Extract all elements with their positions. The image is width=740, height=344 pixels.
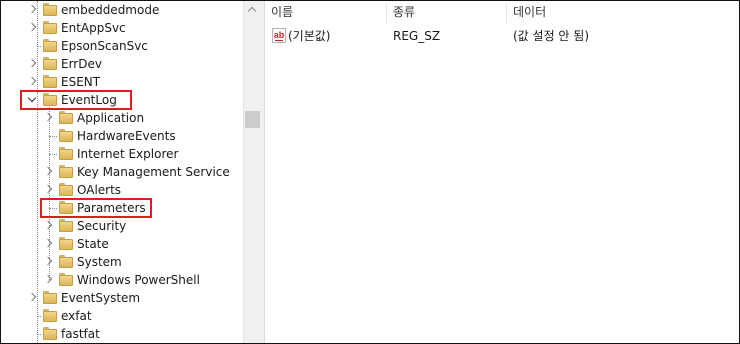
tree-item-label: exfat bbox=[61, 309, 92, 323]
tree-item-label: EpsonScanSvc bbox=[61, 39, 148, 53]
expand-chevron-icon[interactable] bbox=[43, 275, 53, 285]
tree-item-errdev[interactable]: ErrDev bbox=[1, 55, 243, 73]
tree-connector-line bbox=[49, 154, 57, 155]
expand-chevron-icon[interactable] bbox=[43, 167, 53, 177]
folder-icon bbox=[59, 147, 73, 161]
tree-item-label: OAlerts bbox=[77, 183, 122, 197]
tree-item-entappsvc[interactable]: EntAppSvc bbox=[1, 19, 243, 37]
value-row[interactable]: ab (기본값) REG_SZ (값 설정 안 됨) bbox=[265, 27, 739, 45]
tree-item-label: EntAppSvc bbox=[61, 21, 126, 35]
tree-item-application[interactable]: Application bbox=[1, 109, 243, 127]
tree-vertical-scrollbar[interactable] bbox=[243, 1, 260, 343]
tree-connector-line bbox=[37, 316, 41, 317]
registry-editor-window: embeddedmode EntAppSvc EpsonScanSvc ErrDev E… bbox=[0, 0, 740, 344]
tree-item-label: ErrDev bbox=[61, 57, 102, 71]
folder-icon bbox=[43, 21, 57, 35]
expand-chevron-icon[interactable] bbox=[43, 239, 53, 249]
expand-chevron-icon[interactable] bbox=[27, 59, 37, 69]
tree-item-exfat[interactable]: exfat bbox=[1, 307, 243, 325]
value-type: REG_SZ bbox=[393, 29, 441, 43]
column-header-data[interactable]: 데이터 bbox=[507, 1, 739, 25]
registry-values-list: 이름 종류 데이터 ab (기본값) REG_SZ (값 설정 안 됨) bbox=[265, 1, 739, 343]
tree-item-system[interactable]: System bbox=[1, 253, 243, 271]
tree-connector-line bbox=[37, 46, 41, 47]
expand-chevron-icon[interactable] bbox=[27, 5, 37, 15]
value-name: (기본값) bbox=[288, 29, 331, 43]
tree-item-label: Windows PowerShell bbox=[77, 273, 200, 287]
tree-item-label: embeddedmode bbox=[61, 3, 160, 17]
folder-icon bbox=[43, 57, 57, 71]
tree-item-label: Internet Explorer bbox=[77, 147, 179, 161]
expand-chevron-icon[interactable] bbox=[27, 293, 37, 303]
tree-item-label: ESENT bbox=[61, 75, 101, 89]
tree-item-label: State bbox=[77, 237, 109, 251]
tree-item-embeddedmode[interactable]: embeddedmode bbox=[1, 1, 243, 19]
folder-icon bbox=[43, 39, 57, 53]
folder-icon bbox=[59, 219, 73, 233]
tree-item-eventsystem[interactable]: EventSystem bbox=[1, 289, 243, 307]
folder-icon bbox=[59, 273, 73, 287]
tree-item-label: System bbox=[77, 255, 122, 269]
scroll-up-arrow-icon[interactable] bbox=[248, 5, 256, 13]
tree-item-hardwareevents[interactable]: HardwareEvents bbox=[1, 127, 243, 145]
expand-chevron-icon[interactable] bbox=[27, 77, 37, 87]
folder-icon bbox=[59, 111, 73, 125]
tree-item-internet-explorer[interactable]: Internet Explorer bbox=[1, 145, 243, 163]
tree-connector-line bbox=[49, 136, 57, 137]
folder-icon bbox=[43, 3, 57, 17]
tree-item-label: Security bbox=[77, 219, 127, 233]
tree-item-label: Key Management Service bbox=[77, 165, 230, 179]
registry-key-tree: embeddedmode EntAppSvc EpsonScanSvc ErrDev E… bbox=[1, 1, 243, 343]
expand-chevron-icon[interactable] bbox=[27, 23, 37, 33]
tree-item-epsonscansvc[interactable]: EpsonScanSvc bbox=[1, 37, 243, 55]
tree-connector-line bbox=[37, 334, 41, 335]
folder-icon bbox=[59, 129, 73, 143]
tree-item-label: HardwareEvents bbox=[77, 129, 176, 143]
folder-icon bbox=[43, 291, 57, 305]
tree-item-oalerts[interactable]: OAlerts bbox=[1, 181, 243, 199]
tree-item-windows-powershell[interactable]: Windows PowerShell bbox=[1, 271, 243, 289]
expand-chevron-icon[interactable] bbox=[43, 185, 53, 195]
tree-item-key-management-service[interactable]: Key Management Service bbox=[1, 163, 243, 181]
string-value-icon: ab bbox=[272, 28, 286, 43]
tree-item-esent[interactable]: ESENT bbox=[1, 73, 243, 91]
column-header-type[interactable]: 종류 bbox=[387, 1, 506, 25]
folder-icon bbox=[59, 183, 73, 197]
tree-item-label: EventSystem bbox=[61, 291, 141, 305]
folder-icon bbox=[59, 255, 73, 269]
folder-icon bbox=[43, 75, 57, 89]
highlight-box bbox=[40, 198, 152, 218]
tree-item-security[interactable]: Security bbox=[1, 217, 243, 235]
folder-icon bbox=[43, 309, 57, 323]
tree-item-fastfat[interactable]: fastfat bbox=[1, 325, 243, 343]
column-header-name[interactable]: 이름 bbox=[265, 1, 386, 25]
tree-item-state[interactable]: State bbox=[1, 235, 243, 253]
value-data: (값 설정 안 됨) bbox=[513, 29, 590, 43]
tree-item-label: Application bbox=[77, 111, 145, 125]
highlight-box bbox=[20, 90, 132, 110]
tree-item-label: fastfat bbox=[61, 327, 100, 341]
folder-icon bbox=[59, 165, 73, 179]
expand-chevron-icon[interactable] bbox=[43, 257, 53, 267]
scrollbar-thumb[interactable] bbox=[245, 111, 260, 128]
folder-icon bbox=[43, 327, 57, 341]
expand-chevron-icon[interactable] bbox=[43, 221, 53, 231]
expand-chevron-icon[interactable] bbox=[43, 113, 53, 123]
folder-icon bbox=[59, 237, 73, 251]
